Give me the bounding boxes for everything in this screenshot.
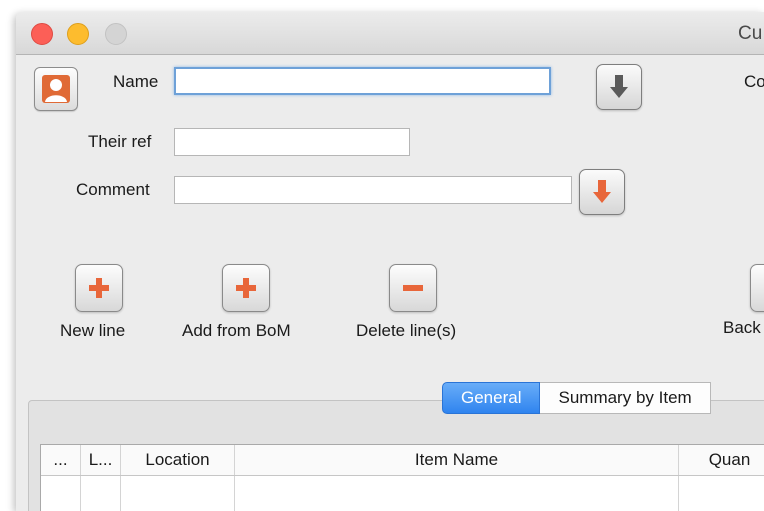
table-header: ... L... Location Item Name Quan: [41, 445, 764, 476]
customer-avatar-button[interactable]: [34, 67, 78, 111]
title-bar[interactable]: Cu: [16, 12, 764, 55]
delete-lines-button[interactable]: [389, 264, 437, 312]
column-header-item-name[interactable]: Item Name: [235, 445, 679, 475]
back-label: Back: [723, 318, 761, 337]
window-title: Cu: [738, 23, 763, 44]
delete-lines-label: Delete line(s): [356, 321, 457, 340]
their-ref-input[interactable]: [174, 128, 410, 156]
name-label: Name: [113, 72, 159, 91]
right-header-label: Co: [744, 72, 764, 91]
close-window-button[interactable]: [31, 23, 53, 45]
tab-general[interactable]: General: [442, 382, 541, 414]
tab-summary-by-item[interactable]: Summary by Item: [540, 382, 711, 414]
invoice-lines-table[interactable]: ... L... Location Item Name Quan: [40, 444, 764, 511]
column-header-location[interactable]: Location: [121, 445, 235, 475]
zoom-window-button[interactable]: [105, 23, 127, 45]
down-arrow-icon: [593, 180, 611, 203]
minimize-window-button[interactable]: [67, 23, 89, 45]
new-line-button[interactable]: [75, 264, 123, 312]
back-button[interactable]: [750, 264, 764, 312]
table-cell: [121, 476, 235, 511]
comment-input[interactable]: [174, 176, 572, 204]
table-cell: [81, 476, 121, 511]
comment-label: Comment: [76, 180, 150, 199]
column-header-line-number[interactable]: ...: [41, 445, 81, 475]
new-line-label: New line: [60, 321, 126, 340]
name-lookup-button[interactable]: [596, 64, 642, 110]
plus-icon: [89, 278, 109, 298]
add-from-bom-label: Add from BoM: [182, 321, 291, 340]
name-input[interactable]: [174, 67, 551, 95]
customer-invoice-window: Cu Name Co Their ref Comment New line Ad…: [16, 12, 764, 511]
plus-icon: [236, 278, 256, 298]
person-icon: [42, 75, 70, 103]
table-cell: [41, 476, 81, 511]
view-tabs: General Summary by Item: [442, 382, 711, 414]
comment-lookup-button[interactable]: [579, 169, 625, 215]
column-header-quantity[interactable]: Quan: [679, 445, 764, 475]
add-from-bom-button[interactable]: [222, 264, 270, 312]
down-arrow-icon: [610, 75, 628, 98]
table-cell: [235, 476, 679, 511]
their-ref-label: Their ref: [88, 132, 152, 151]
minus-icon: [403, 285, 423, 291]
column-header-line[interactable]: L...: [81, 445, 121, 475]
